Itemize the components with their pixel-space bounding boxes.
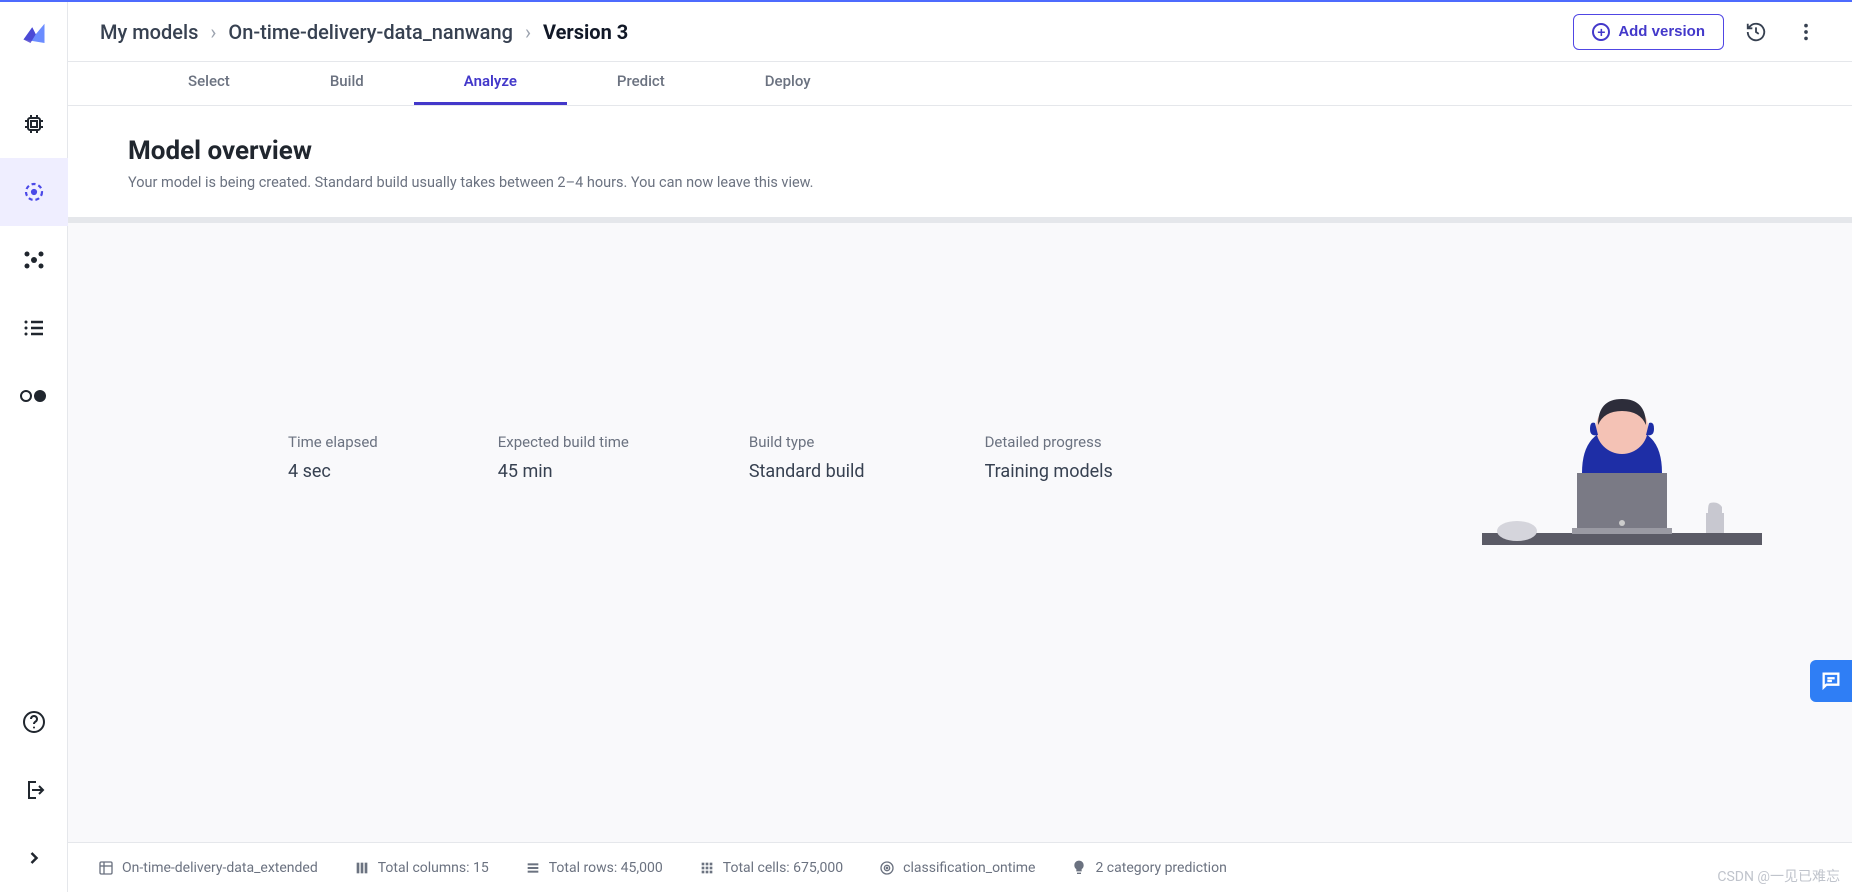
footer-prediction: 2 category prediction	[1071, 860, 1226, 876]
stat-label: Expected build time	[498, 433, 629, 451]
breadcrumb-version: Version 3	[543, 20, 628, 44]
stat-value: 45 min	[498, 461, 629, 482]
stat-progress: Detailed progress Training models	[985, 433, 1113, 482]
tab-select[interactable]: Select	[138, 72, 280, 105]
breadcrumb-project[interactable]: On-time-delivery-data_nanwang	[228, 20, 513, 44]
stat-label: Detailed progress	[985, 433, 1113, 451]
stats-row: Time elapsed 4 sec Expected build time 4…	[68, 433, 1113, 482]
page-subtitle: Your model is being created. Standard bu…	[128, 174, 1792, 191]
stat-value: 4 sec	[288, 461, 378, 482]
nav-graph-icon[interactable]	[0, 226, 68, 294]
stat-time-elapsed: Time elapsed 4 sec	[288, 433, 378, 482]
app-logo	[20, 22, 48, 50]
sidebar	[0, 2, 68, 892]
nav-chip-icon[interactable]	[0, 90, 68, 158]
tab-deploy[interactable]: Deploy	[715, 72, 861, 105]
footer-bar: On-time-delivery-data_extended Total col…	[68, 842, 1852, 892]
footer-cells: Total cells: 675,000	[699, 860, 843, 876]
nav-list-icon[interactable]	[0, 294, 68, 362]
add-version-button[interactable]: + Add version	[1573, 14, 1724, 50]
tab-analyze[interactable]: Analyze	[414, 72, 567, 105]
content-area: Time elapsed 4 sec Expected build time 4…	[68, 223, 1852, 842]
footer-target: classification_ontime	[879, 860, 1035, 876]
chevron-right-icon: ›	[210, 20, 216, 44]
chat-fab-icon[interactable]	[1810, 660, 1852, 702]
stat-value: Training models	[985, 461, 1113, 482]
stat-expected: Expected build time 45 min	[498, 433, 629, 482]
breadcrumb-root[interactable]: My models	[100, 20, 198, 44]
tab-build[interactable]: Build	[280, 72, 414, 105]
nav-logout-icon[interactable]	[0, 756, 68, 824]
chevron-right-icon: ›	[525, 20, 531, 44]
overview-header: Model overview Your model is being creat…	[68, 106, 1852, 223]
stat-build-type: Build type Standard build	[749, 433, 865, 482]
tab-predict[interactable]: Predict	[567, 72, 715, 105]
tabs: Select Build Analyze Predict Deploy	[68, 62, 1852, 106]
working-illustration	[1482, 373, 1762, 553]
footer-columns: Total columns: 15	[354, 860, 489, 876]
plus-circle-icon: +	[1592, 23, 1610, 41]
breadcrumb: My models › On-time-delivery-data_nanwan…	[100, 20, 628, 44]
history-icon[interactable]	[1738, 14, 1774, 50]
footer-dataset: On-time-delivery-data_extended	[98, 860, 318, 876]
nav-expand-icon[interactable]	[0, 824, 68, 892]
stat-value: Standard build	[749, 461, 865, 482]
topbar: My models › On-time-delivery-data_nanwan…	[68, 2, 1852, 62]
nav-toggle-icon[interactable]	[0, 362, 68, 430]
nav-analyze-icon[interactable]	[0, 158, 68, 226]
nav-help-icon[interactable]	[0, 688, 68, 756]
stat-label: Build type	[749, 433, 865, 451]
add-version-label: Add version	[1618, 23, 1705, 40]
footer-rows: Total rows: 45,000	[525, 860, 663, 876]
page-title: Model overview	[128, 136, 1792, 166]
more-menu-icon[interactable]	[1788, 14, 1824, 50]
stat-label: Time elapsed	[288, 433, 378, 451]
watermark: CSDN @一见已难忘	[1717, 866, 1840, 886]
